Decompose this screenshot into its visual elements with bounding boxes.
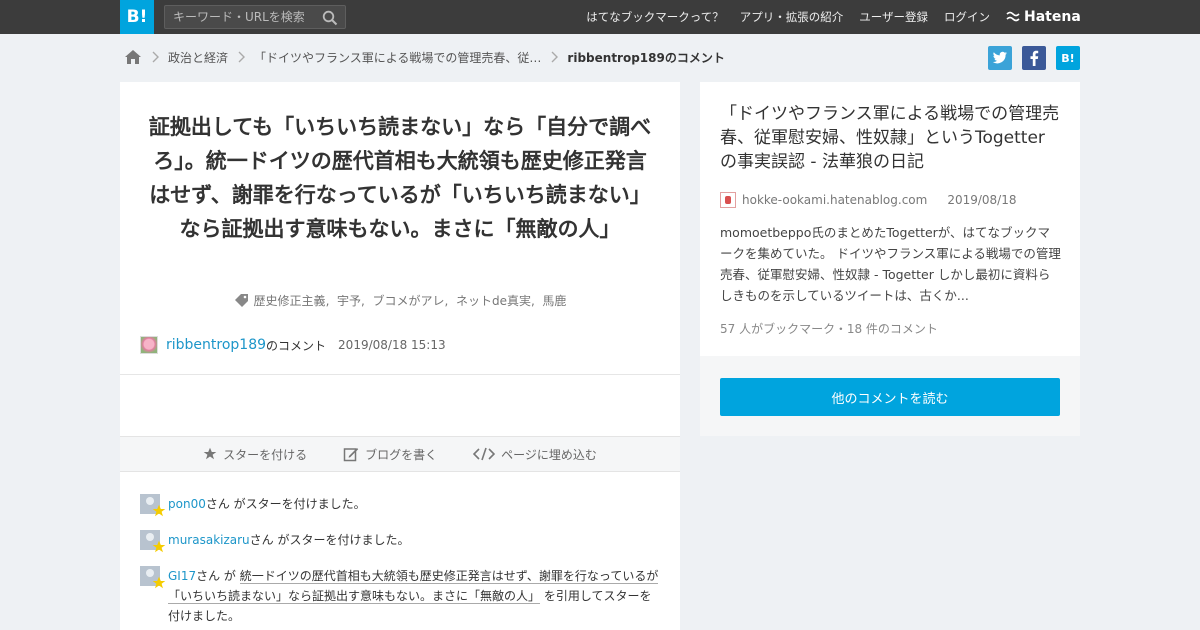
breadcrumb-entry[interactable]: 「ドイツやフランス軍による戦場での管理売春、従… [254, 49, 541, 66]
star-icon [152, 540, 166, 553]
star-icon [203, 447, 217, 460]
article-description: momoetbeppo氏のまとめたTogetterが、はてなブックマークを集めて… [720, 225, 1061, 303]
star-icon [152, 576, 166, 589]
search-icon[interactable] [322, 10, 338, 26]
facebook-icon [1030, 50, 1039, 66]
comment-text: 証拠出しても「いちいち読まない」なら「自分で調べろ」。統一ドイツの歴代首相も大統… [148, 115, 652, 241]
article-footer: 他のコメントを読む [700, 356, 1080, 436]
tag-item[interactable]: 馬鹿 [542, 292, 566, 309]
author-suffix: のコメント [266, 338, 327, 353]
article-title[interactable]: 「ドイツやフランス軍による戦場での管理売春、従軍慰安婦、性奴隷」というToget… [720, 102, 1060, 174]
nav-login[interactable]: ログイン [944, 9, 990, 25]
avatar[interactable] [140, 336, 158, 354]
tag-item[interactable]: ネットde真実 [456, 292, 531, 309]
edit-icon [343, 448, 359, 462]
star-user-link[interactable]: GI17 [168, 569, 196, 583]
tag-item[interactable]: ブコメがアレ [372, 292, 444, 309]
star-text: さん がスターを付けました。 [249, 533, 410, 547]
write-blog-label: ブログを書く [365, 447, 438, 462]
article-card: 「ドイツやフランス軍による戦場での管理売春、従軍慰安婦、性奴隷」というToget… [700, 82, 1080, 356]
top-bar: B! はてなブックマークって？ アプリ・拡張の紹介 ユーザー登録 ログイン Ha… [0, 0, 1200, 34]
breadcrumb-current: ribbentrop189のコメント [567, 50, 725, 65]
tag-icon [234, 293, 248, 307]
star-user-link[interactable]: pon00 [168, 497, 206, 511]
article-date: 2019/08/18 [947, 193, 1017, 207]
share-buttons: B! [988, 46, 1080, 70]
nav-register[interactable]: ユーザー登録 [859, 9, 928, 25]
list-item: GI17さん が 統一ドイツの歴代首相も大統領も歴史修正発言はせず、謝罪を行なっ… [140, 566, 660, 626]
star-text: さん がスターを付けました。 [205, 497, 366, 511]
hatena-bookmark-logo[interactable]: B! [120, 0, 154, 34]
hatena-brand[interactable]: Hatena [1006, 0, 1081, 34]
embed-button[interactable]: ページに埋め込む [473, 446, 597, 463]
article-meta: hokke-ookami.hatenablog.com 2019/08/18 [720, 192, 1017, 208]
star-icon [152, 504, 166, 517]
nav-about[interactable]: はてなブックマークって？ [586, 9, 723, 25]
add-star-button[interactable]: スターを付ける [203, 446, 307, 463]
hatena-wave-icon [1006, 11, 1020, 22]
chevron-right-icon [551, 51, 559, 63]
write-blog-button[interactable]: ブログを書く [343, 446, 437, 463]
bookmark-stats[interactable]: 57 人がブックマーク・18 件のコメント [720, 320, 938, 337]
hatena-label: Hatena [1024, 9, 1081, 25]
chevron-right-icon [152, 51, 159, 63]
breadcrumb-category[interactable]: 政治と経済 [168, 49, 228, 66]
divider [120, 374, 680, 375]
comment-timestamp[interactable]: 2019/08/18 15:13 [338, 338, 446, 352]
hatena-share-button[interactable]: B! [1056, 46, 1080, 70]
search-input[interactable] [165, 6, 315, 28]
add-star-label: スターを付ける [223, 447, 308, 462]
list-item: murasakizaruさん がスターを付けました。 [140, 530, 660, 566]
comment-card: 証拠出しても「いちいち読まない」なら「自分で調べろ」。統一ドイツの歴代首相も大統… [120, 82, 680, 630]
tag-item[interactable]: 歴史修正主義 [254, 292, 326, 309]
site-favicon [720, 192, 736, 208]
twitter-share-button[interactable] [988, 46, 1012, 70]
article-domain[interactable]: hokke-ookami.hatenablog.com [742, 193, 927, 207]
twitter-icon [992, 51, 1007, 64]
tag-item[interactable]: 宇予 [337, 292, 361, 309]
nav-apps[interactable]: アプリ・拡張の紹介 [740, 9, 844, 25]
code-icon [473, 447, 496, 461]
tag-list: 歴史修正主義, 宇予, ブコメがアレ, ネットde真実, 馬鹿 [120, 292, 680, 309]
read-more-comments-button[interactable]: 他のコメントを読む [720, 378, 1060, 416]
embed-label: ページに埋め込む [501, 447, 597, 462]
list-item: pon00さん がスターを付けました。 [140, 494, 660, 530]
callout-arrow [680, 154, 692, 174]
chevron-right-icon [238, 51, 246, 63]
star-list: pon00さん がスターを付けました。 murasakizaruさん がスターを… [140, 494, 660, 626]
action-bar: スターを付ける ブログを書く ページに埋め込む [120, 436, 680, 472]
breadcrumb: 政治と経済 「ドイツやフランス軍による戦場での管理売春、従… ribbentro… [124, 46, 725, 68]
author-link[interactable]: ribbentrop189 [166, 337, 266, 353]
top-nav: はてなブックマークって？ アプリ・拡張の紹介 ユーザー登録 ログイン [586, 0, 990, 34]
home-icon[interactable] [124, 49, 142, 65]
comment-author: ribbentrop189 のコメント 2019/08/18 15:13 [140, 336, 446, 354]
search-box [164, 5, 346, 29]
facebook-share-button[interactable] [1022, 46, 1046, 70]
star-user-link[interactable]: murasakizaru [168, 533, 250, 547]
star-text: さん が [196, 569, 240, 583]
